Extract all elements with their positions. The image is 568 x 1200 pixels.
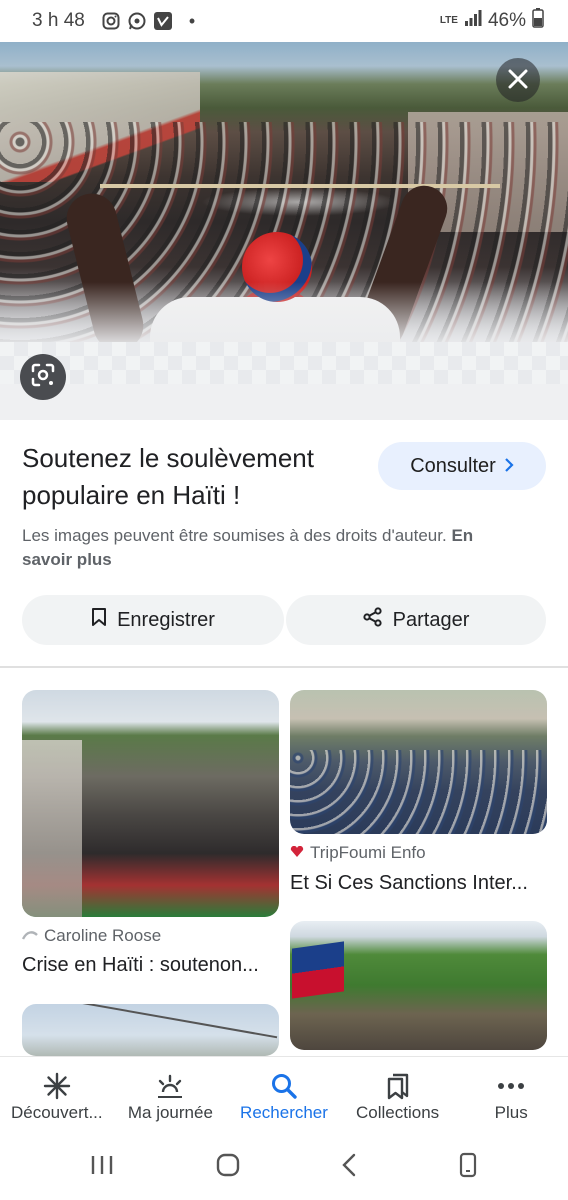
nav-collections[interactable]: Collections xyxy=(341,1057,455,1134)
signal-icon xyxy=(464,9,482,33)
nav-search[interactable]: Rechercher xyxy=(227,1057,341,1134)
close-icon xyxy=(508,65,528,95)
divider xyxy=(0,666,568,668)
copyright-text: Les images peuvent être soumises à des d… xyxy=(22,526,447,545)
battery-icon xyxy=(532,8,544,34)
sunrise-icon xyxy=(155,1071,185,1101)
save-label: Enregistrer xyxy=(117,608,215,631)
related-title[interactable]: Et Si Ces Sanctions Inter... xyxy=(290,872,547,895)
related-thumbnail[interactable] xyxy=(290,690,547,834)
related-source[interactable]: Caroline Roose xyxy=(21,926,162,946)
home-icon[interactable] xyxy=(215,1152,241,1183)
consult-button[interactable]: Consulter xyxy=(378,442,546,490)
bottom-navigation: Découvert... Ma journée Rechercher Colle… xyxy=(0,1056,568,1134)
nav-collections-label: Collections xyxy=(356,1103,440,1122)
share-icon xyxy=(363,607,383,633)
copyright-notice: Les images peuvent être soumises à des d… xyxy=(22,524,522,572)
nav-discover[interactable]: Découvert... xyxy=(0,1057,114,1134)
more-dots-icon xyxy=(497,1071,525,1101)
save-button[interactable]: Enregistrer xyxy=(22,595,284,645)
page: 3 h 48 • LTE 46% Soutenez le soulèvement… xyxy=(0,0,568,1200)
related-thumbnail[interactable] xyxy=(290,921,547,1050)
source-favicon-icon xyxy=(21,926,38,946)
lens-icon xyxy=(30,362,56,393)
system-navigation-bar xyxy=(0,1134,568,1200)
bookmark-icon xyxy=(91,607,107,633)
share-button[interactable]: Partager xyxy=(286,595,546,645)
vimeo-icon xyxy=(153,11,173,31)
lens-button[interactable] xyxy=(20,354,66,400)
network-type: LTE xyxy=(439,15,458,26)
consult-label: Consulter xyxy=(410,454,496,477)
chevron-right-icon xyxy=(504,455,514,478)
keyboard-phone-icon[interactable] xyxy=(458,1152,478,1183)
main-image[interactable] xyxy=(0,42,568,342)
whatsapp-icon xyxy=(127,11,147,31)
bookmark-stack-icon xyxy=(385,1071,411,1101)
notification-dot: • xyxy=(188,10,196,31)
image-title[interactable]: Soutenez le soulèvement populaire en Haï… xyxy=(22,440,362,514)
haiti-flag xyxy=(292,941,344,999)
related-source-name: TripFoumi Enfo xyxy=(310,843,426,862)
image-fade xyxy=(0,282,568,342)
search-icon xyxy=(270,1071,298,1101)
source-favicon-icon xyxy=(290,843,304,863)
close-button[interactable] xyxy=(496,58,540,102)
share-label: Partager xyxy=(392,608,470,631)
nav-my-day[interactable]: Ma journée xyxy=(114,1057,228,1134)
asterisk-icon xyxy=(43,1071,71,1101)
status-right: LTE 46% xyxy=(440,8,544,34)
nav-my-day-label: Ma journée xyxy=(127,1103,213,1122)
nav-discover-label: Découvert... xyxy=(10,1103,103,1122)
related-source[interactable]: TripFoumi Enfo xyxy=(290,843,426,863)
related-thumbnail[interactable] xyxy=(22,690,279,917)
related-source-name: Caroline Roose xyxy=(44,926,162,945)
battery-percent: 46% xyxy=(487,10,526,31)
recent-apps-icon[interactable] xyxy=(90,1154,114,1181)
instagram-icon xyxy=(101,11,121,31)
nav-search-label: Rechercher xyxy=(240,1103,328,1122)
related-title[interactable]: Crise en Haïti : soutenon... xyxy=(22,954,279,977)
image-rope xyxy=(100,184,500,188)
back-icon[interactable] xyxy=(341,1153,357,1182)
status-bar: 3 h 48 • LTE 46% xyxy=(0,0,568,42)
nav-more[interactable]: Plus xyxy=(454,1057,568,1134)
status-time: 3 h 48 xyxy=(32,10,85,31)
transparency-pattern xyxy=(0,342,568,420)
nav-more-label: Plus xyxy=(494,1103,528,1122)
related-thumbnail[interactable] xyxy=(22,1004,279,1056)
